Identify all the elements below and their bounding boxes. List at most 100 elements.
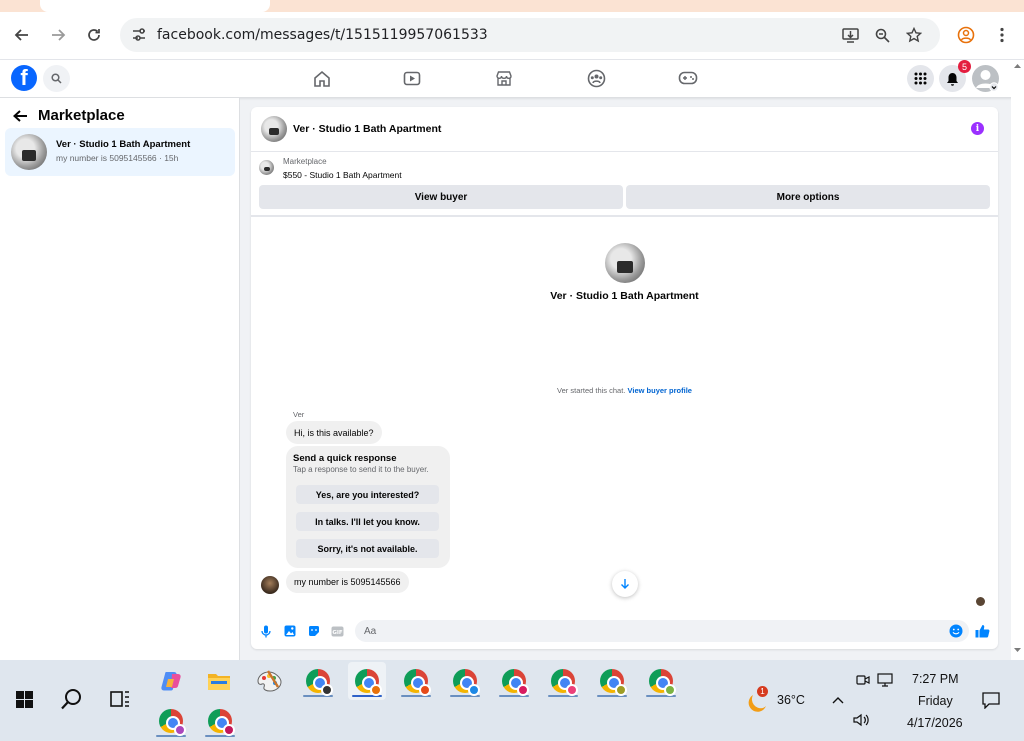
- chrome-window-7[interactable]: [593, 662, 631, 700]
- marketplace-nav-icon[interactable]: [493, 68, 515, 88]
- profile-name: Ver · Studio 1 Bath Apartment: [550, 290, 699, 302]
- photo-icon[interactable]: [282, 623, 298, 639]
- back-arrow-icon[interactable]: [12, 109, 28, 123]
- file-explorer-app[interactable]: [200, 662, 238, 700]
- chrome-icon: [306, 669, 333, 696]
- thumbs-up-icon[interactable]: [974, 623, 990, 639]
- chevron-up-icon: [832, 697, 844, 704]
- zoom-icon[interactable]: [866, 18, 898, 52]
- task-view-button[interactable]: [101, 680, 139, 718]
- facebook-header: f 5: [0, 60, 1024, 98]
- sticker-icon[interactable]: [306, 623, 322, 639]
- chat-started-notice: Ver started this chat. View buyer profil…: [251, 386, 998, 395]
- facebook-logo-icon[interactable]: f: [11, 65, 37, 91]
- view-buyer-profile-link[interactable]: View buyer profile: [628, 386, 692, 395]
- clock-day[interactable]: Friday: [918, 694, 953, 708]
- marketplace-title: Marketplace: [38, 107, 125, 124]
- chrome-window-10[interactable]: [201, 702, 239, 740]
- browser-toolbar: facebook.com/messages/t/1515119957061533: [0, 12, 1024, 60]
- view-buyer-button[interactable]: View buyer: [259, 185, 623, 209]
- message-bubble: Hi, is this available?: [286, 421, 382, 444]
- reload-icon: [88, 29, 100, 41]
- listing-mini-thumbnail: [259, 160, 274, 175]
- gaming-nav-icon[interactable]: [677, 68, 699, 88]
- bell-icon: [947, 72, 958, 86]
- chat-panel: Ver · Studio 1 Bath Apartment i Marketpl…: [251, 107, 998, 649]
- clock-date[interactable]: 4/17/2026: [907, 716, 963, 730]
- grid-menu-icon: [914, 72, 927, 85]
- marketplace-header: Marketplace: [12, 107, 125, 124]
- chrome-window-3[interactable]: [397, 662, 435, 700]
- weather-widget[interactable]: 1: [740, 681, 778, 719]
- groups-nav-icon[interactable]: [585, 68, 607, 88]
- chrome-window-6[interactable]: [544, 662, 582, 700]
- address-bar[interactable]: facebook.com/messages/t/1515119957061533: [120, 18, 940, 52]
- taskbar-search-button[interactable]: [53, 680, 91, 718]
- browser-menu-button[interactable]: [991, 24, 1013, 46]
- header-divider: [251, 215, 998, 217]
- chat-bubble-icon: [982, 691, 1000, 709]
- more-options-button[interactable]: More options: [626, 185, 990, 209]
- quick-response-option[interactable]: Sorry, it's not available.: [296, 539, 439, 558]
- meet-now-icon[interactable]: [852, 661, 874, 699]
- emoji-icon[interactable]: [948, 623, 964, 639]
- quick-response-option[interactable]: Yes, are you interested?: [296, 485, 439, 504]
- video-nav-icon[interactable]: [401, 68, 423, 88]
- weather-alert-badge: 1: [757, 686, 768, 697]
- menu-grid-button[interactable]: [907, 65, 934, 92]
- url-text[interactable]: facebook.com/messages/t/1515119957061533: [157, 27, 488, 43]
- chrome-window-4[interactable]: [446, 662, 484, 700]
- chat-profile-intro: Ver · Studio 1 Bath Apartment: [251, 243, 998, 302]
- message-input[interactable]: Aa: [355, 620, 969, 642]
- chrome-icon: [502, 669, 529, 696]
- chrome-window-5[interactable]: [495, 662, 533, 700]
- account-avatar-button[interactable]: [972, 65, 999, 92]
- chat-avatar[interactable]: [261, 116, 287, 142]
- copilot-app[interactable]: [152, 662, 190, 700]
- install-app-icon[interactable]: [834, 18, 866, 52]
- seen-receipt-avatar: [976, 597, 985, 606]
- arrow-down-icon: [621, 579, 629, 589]
- back-button[interactable]: [11, 24, 33, 46]
- home-nav-icon[interactable]: [311, 68, 333, 88]
- profile-thumbnail[interactable]: [604, 243, 645, 283]
- chrome-window-8[interactable]: [642, 662, 680, 700]
- bookmark-star-icon[interactable]: [898, 18, 930, 52]
- chrome-icon: [355, 669, 382, 696]
- sender-avatar[interactable]: [261, 576, 279, 594]
- chrome-icon: [453, 669, 480, 696]
- profile-button[interactable]: [955, 24, 977, 46]
- start-button[interactable]: [5, 680, 43, 718]
- notification-center-button[interactable]: [972, 681, 1010, 719]
- info-icon[interactable]: i: [971, 122, 984, 135]
- microphone-icon[interactable]: [258, 623, 274, 639]
- chat-title[interactable]: Ver · Studio 1 Bath Apartment: [293, 123, 441, 135]
- listing-kind-label: Marketplace: [283, 157, 327, 166]
- copilot-icon: [161, 672, 181, 691]
- kebab-menu-icon: [1000, 27, 1004, 43]
- notifications-button[interactable]: 5: [939, 60, 971, 92]
- reload-button[interactable]: [83, 24, 105, 46]
- windows-logo-icon: [15, 690, 33, 708]
- paint-app[interactable]: [250, 662, 288, 700]
- chat-started-text: Ver started this chat.: [557, 386, 626, 395]
- chrome-window-2-active[interactable]: [348, 662, 386, 700]
- windows-taskbar: 1 36°C 7:27 PM Friday 4/17/2026: [0, 660, 1024, 741]
- conversation-list-item[interactable]: Ver · Studio 1 Bath Apartment my number …: [5, 128, 235, 176]
- browser-tab-active[interactable]: [40, 0, 270, 12]
- gif-icon[interactable]: GIF: [329, 623, 345, 639]
- chrome-window-9[interactable]: [152, 702, 190, 740]
- quick-response-option[interactable]: In talks. I'll let you know.: [296, 512, 439, 531]
- clock-time[interactable]: 7:27 PM: [912, 672, 959, 686]
- forward-arrow-icon: [52, 29, 66, 41]
- site-settings-icon[interactable]: [130, 26, 148, 44]
- page-scrollbar[interactable]: [1011, 60, 1024, 660]
- volume-icon[interactable]: [850, 701, 874, 739]
- forward-button[interactable]: [47, 24, 69, 46]
- facebook-search-button[interactable]: [43, 65, 70, 92]
- chrome-window-1[interactable]: [299, 662, 337, 700]
- quick-response-title: Send a quick response: [293, 453, 397, 464]
- scroll-to-bottom-button[interactable]: [612, 571, 638, 597]
- network-icon[interactable]: [874, 661, 898, 699]
- temperature-text[interactable]: 36°C: [777, 693, 805, 707]
